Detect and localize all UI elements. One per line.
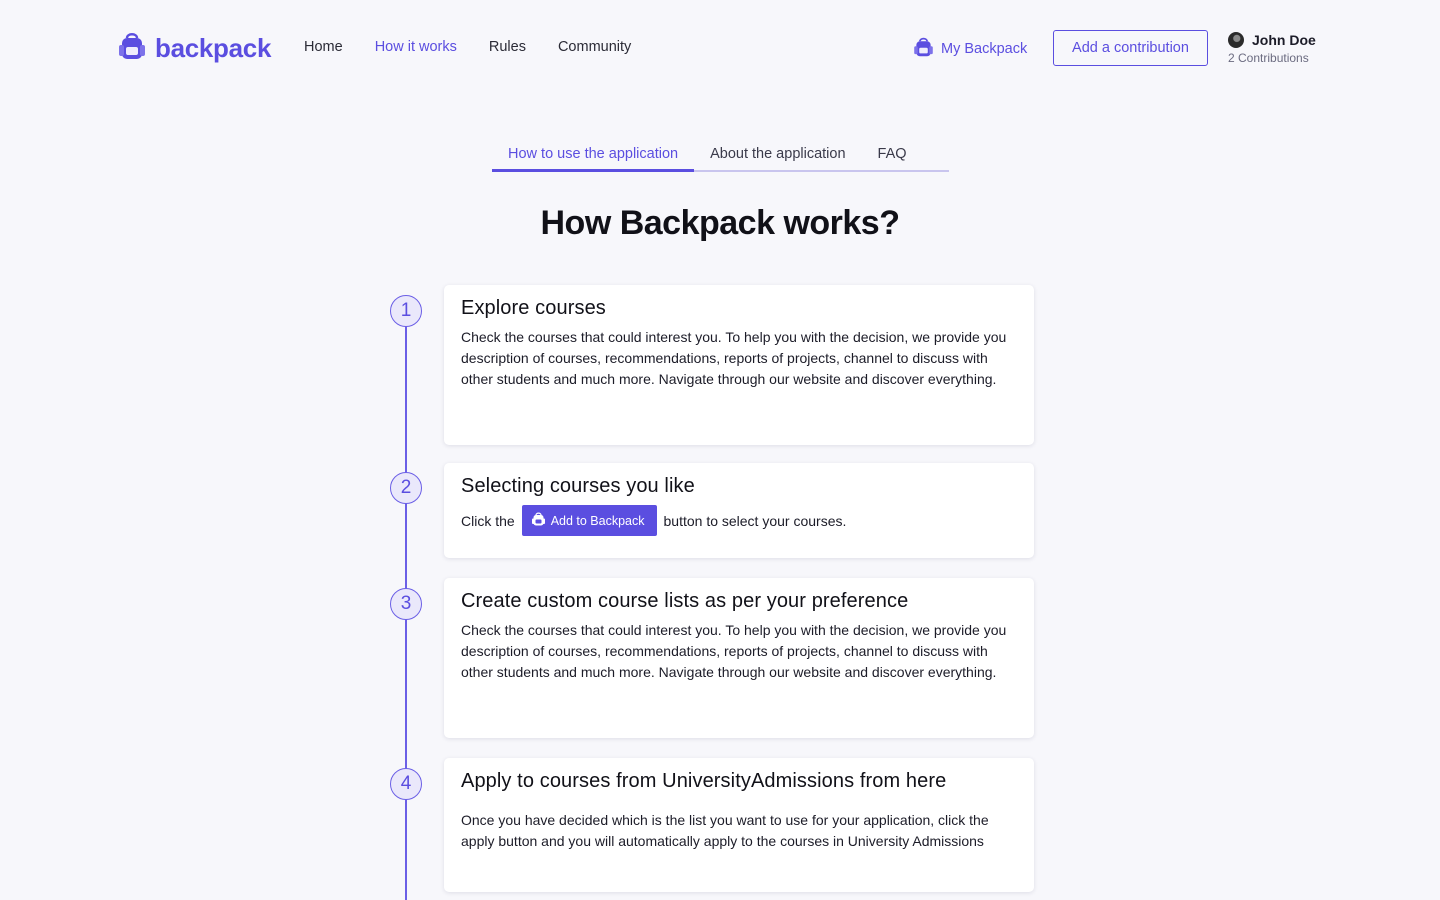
top-navbar: backpack Home How it works Rules Communi… [0, 0, 1440, 96]
nav-home[interactable]: Home [304, 39, 343, 55]
logo[interactable]: backpack [119, 32, 271, 65]
step-title: Selecting courses you like [461, 475, 695, 497]
nav-how-it-works[interactable]: How it works [375, 39, 457, 55]
my-backpack-link[interactable]: My Backpack [914, 37, 1027, 61]
add-to-backpack-label: Add to Backpack [550, 513, 645, 528]
step-number-3: 3 [390, 588, 422, 620]
tab-faq[interactable]: FAQ [862, 140, 923, 172]
step-number-4: 4 [390, 768, 422, 800]
step-title: Apply to courses from UniversityAdmissio… [461, 770, 947, 792]
logo-text: backpack [155, 33, 272, 63]
main-nav: Home How it works Rules Community [304, 39, 631, 55]
step-card-4: Apply to courses from UniversityAdmissio… [444, 758, 1034, 892]
add-contribution-button[interactable]: Add a contribution [1053, 30, 1208, 66]
step-body: Once you have decided which is the list … [461, 812, 989, 849]
user-name: John Doe [1252, 32, 1316, 48]
avatar [1228, 32, 1244, 48]
nav-community[interactable]: Community [558, 39, 631, 55]
step-body: Check the courses that could interest yo… [461, 622, 1007, 680]
step-body: Check the courses that could interest yo… [461, 329, 1007, 387]
backpack-icon [531, 512, 545, 529]
add-to-backpack-button[interactable]: Add to Backpack [521, 505, 657, 536]
step-number-2: 2 [390, 472, 422, 504]
step-card-2: Selecting courses you like Click the Add… [444, 463, 1034, 558]
my-backpack-label: My Backpack [941, 41, 1028, 57]
step-title: Create custom course lists as per your p… [461, 590, 909, 612]
page-title: How Backpack works? [540, 204, 900, 242]
step-text-suffix: button to select your courses. [663, 512, 847, 529]
step-card-3: Create custom course lists as per your p… [444, 578, 1034, 738]
backpack-icon [914, 37, 933, 61]
backpack-logo-icon [119, 32, 145, 65]
user-profile[interactable]: John Doe 2 Contributions [1228, 32, 1316, 65]
user-contributions: 2 Contributions [1228, 51, 1309, 65]
step-number-1: 1 [390, 295, 422, 327]
tab-bar: How to use the application About the app… [492, 140, 949, 172]
step-card-1: Explore courses Check the courses that c… [444, 285, 1034, 445]
nav-rules[interactable]: Rules [489, 39, 526, 55]
tab-about[interactable]: About the application [694, 140, 861, 172]
tab-how-to-use[interactable]: How to use the application [492, 140, 695, 172]
step-text-prefix: Click the [461, 512, 515, 529]
step-title: Explore courses [461, 297, 606, 319]
